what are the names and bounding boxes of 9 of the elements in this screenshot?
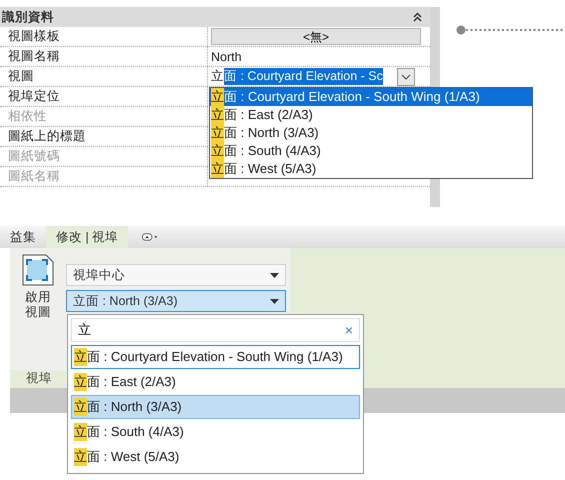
panel-label: 視埠 [10, 370, 66, 388]
property-label: 圖紙名稱 [0, 167, 208, 186]
property-label: 視圖樣板 [0, 27, 208, 46]
property-label: 視埠定位 [0, 87, 208, 106]
property-label: 視圖名稱 [0, 47, 208, 66]
property-label: 圖紙上的標題 [0, 127, 208, 146]
property-label: 相依性 [0, 107, 208, 126]
property-label: 圖紙號碼 [0, 147, 208, 166]
property-label: 視圖 [0, 67, 208, 86]
